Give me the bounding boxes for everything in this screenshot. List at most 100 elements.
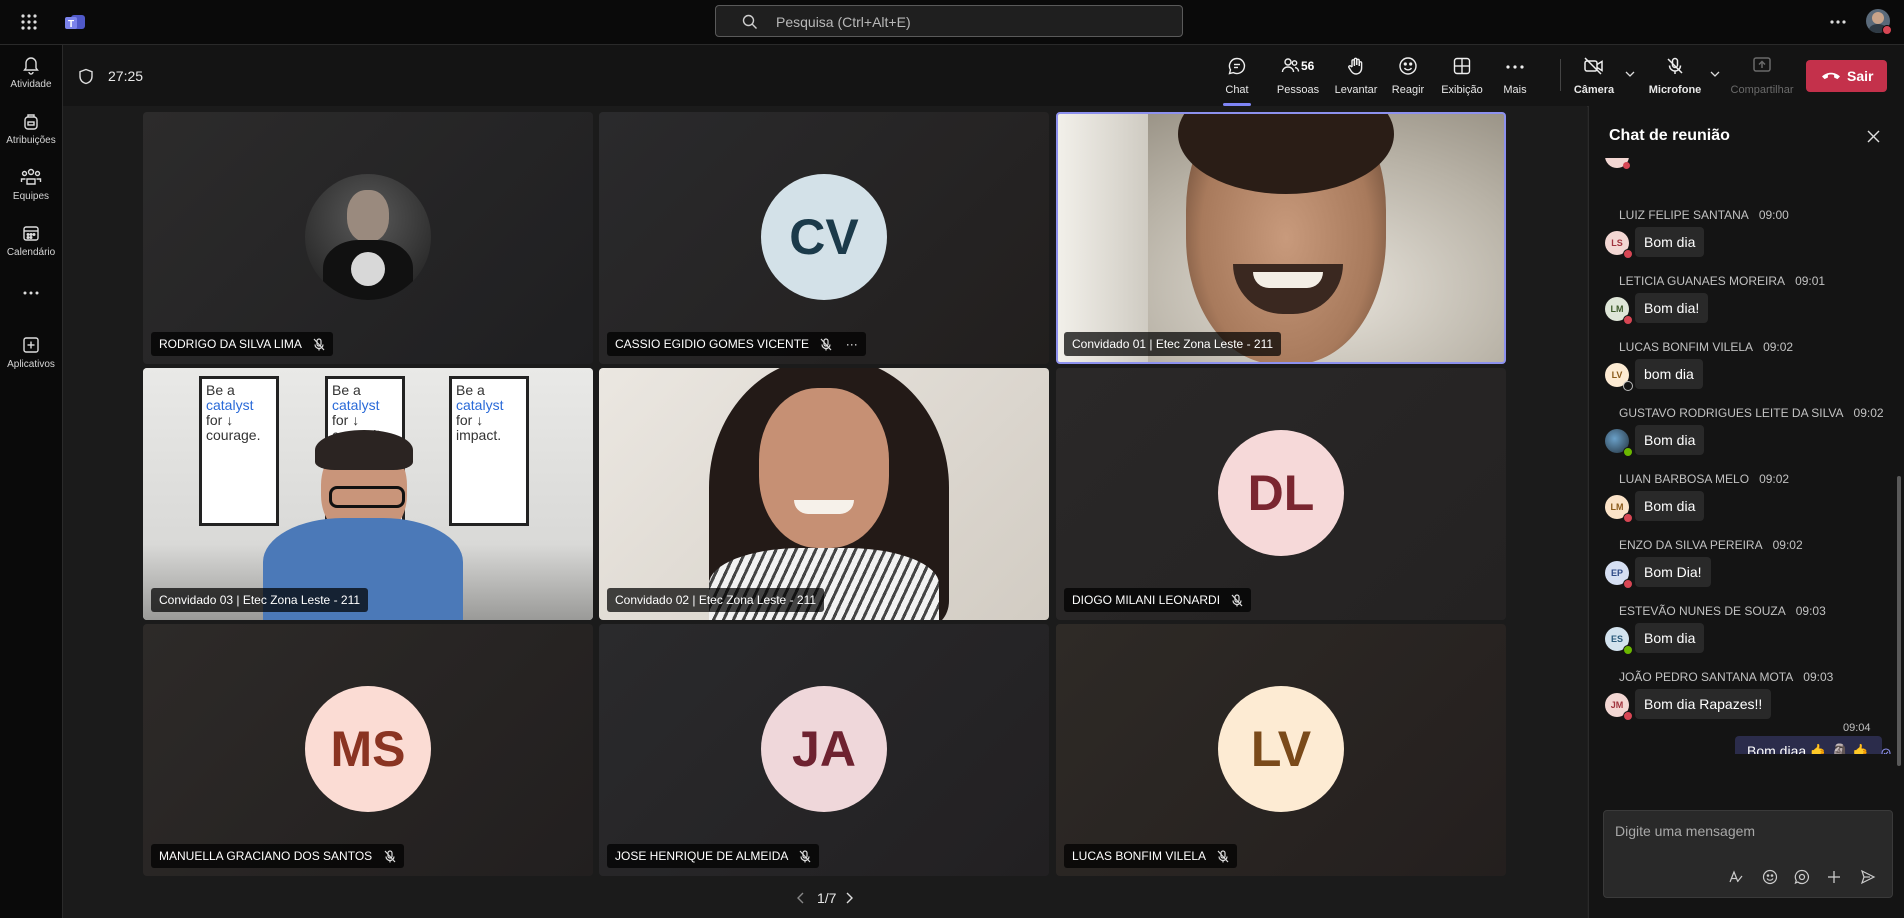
teams-icon (0, 167, 62, 187)
participant-tile[interactable]: CV CASSIO EGIDIO GOMES VICENTE ··· (599, 112, 1049, 364)
react-button[interactable]: Reagir (1386, 45, 1430, 106)
mic-options-chevron-icon[interactable] (1710, 71, 1720, 77)
loop-icon[interactable] (1794, 869, 1810, 885)
previous-page-chevron-icon[interactable] (797, 892, 805, 904)
camera-off-icon (1583, 56, 1605, 76)
mic-off-icon (384, 850, 396, 863)
rail-label: Atividade (10, 79, 52, 90)
status-busy-badge (1623, 249, 1633, 259)
status-busy-badge (1623, 711, 1633, 721)
chat-messages[interactable]: LUIZ FELIPE SANTANA 09:00 LS Bom dia LET… (1589, 158, 1904, 754)
next-page-chevron-icon[interactable] (845, 892, 853, 904)
mic-off-icon (1217, 850, 1229, 863)
chat-icon (1227, 56, 1247, 76)
seen-check-icon (1881, 748, 1891, 754)
participant-name: Convidado 01 | Etec Zona Leste - 211 (1064, 332, 1282, 356)
rail-item-teams[interactable]: Equipes (0, 167, 62, 202)
status-available-badge (1623, 645, 1633, 655)
message-bubble: Bom dia! (1635, 293, 1709, 323)
participant-name: Convidado 02 | Etec Zona Leste - 211 (607, 588, 825, 612)
poster: Be a catalyst for ↓ impact. (449, 376, 529, 526)
view-label: Exibição (1441, 84, 1483, 96)
people-button[interactable]: 56 Pessoas (1274, 45, 1322, 106)
meeting-timer: 27:25 (108, 68, 144, 84)
status-busy-badge (1623, 162, 1630, 169)
participant-tile[interactable]: DL DIOGO MILANI LEONARDI (1056, 368, 1506, 620)
status-available-badge (1623, 447, 1633, 457)
share-button[interactable]: Compartilhar (1727, 45, 1797, 106)
search-input[interactable]: Pesquisa (Ctrl+Alt+E) (776, 14, 911, 30)
bell-icon (0, 55, 62, 75)
participant-tile[interactable]: MS MANUELLA GRACIANO DOS SANTOS (143, 624, 593, 876)
participant-tile[interactable]: Convidado 02 | Etec Zona Leste - 211 (599, 368, 1049, 620)
message-header: LUCAS BONFIM VILELA 09:02 (1619, 340, 1794, 354)
backpack-icon (0, 111, 62, 131)
meeting-header: 27:25 Chat 56 Pessoas Levantar Reagir Ex… (63, 45, 1904, 107)
send-icon[interactable] (1860, 869, 1876, 885)
rail-item-assignments[interactable]: Atribuições (0, 111, 62, 146)
rail-item-apps[interactable]: Aplicativos (0, 335, 62, 370)
search-box[interactable]: Pesquisa (Ctrl+Alt+E) (715, 5, 1183, 37)
participant-tile-speaking[interactable]: Convidado 01 | Etec Zona Leste - 211 (1056, 112, 1506, 364)
camera-button[interactable]: Câmera (1570, 45, 1618, 106)
share-label: Compartilhar (1730, 84, 1794, 96)
leave-button[interactable]: Sair (1806, 60, 1887, 92)
participant-name: Convidado 03 | Etec Zona Leste - 211 (151, 588, 369, 612)
message-header: LETICIA GUANAES MOREIRA 09:01 (1619, 274, 1826, 288)
initials-avatar: CV (761, 174, 887, 300)
status-busy-badge (1623, 579, 1633, 589)
message-bubble: bom dia (1635, 359, 1703, 389)
rail-item-calendar[interactable]: Calendário (0, 223, 62, 258)
message-input[interactable]: Digite uma mensagem (1615, 823, 1755, 839)
message-bubble: Bom dia Rapazes!! (1635, 689, 1772, 719)
raise-hand-button[interactable]: Levantar (1331, 45, 1381, 106)
format-icon[interactable] (1728, 869, 1744, 885)
participant-tile[interactable]: LV LUCAS BONFIM VILELA (1056, 624, 1506, 876)
participant-more-button[interactable]: ··· (846, 337, 858, 351)
mic-off-icon (1231, 594, 1243, 607)
shield-icon (78, 68, 94, 85)
add-icon[interactable] (1826, 869, 1842, 885)
message-composer[interactable]: Digite uma mensagem (1603, 810, 1893, 898)
participant-tile[interactable]: JA JOSE HENRIQUE DE ALMEIDA (599, 624, 1049, 876)
share-icon (1752, 56, 1772, 74)
chat-scrollbar[interactable] (1897, 476, 1901, 766)
rail-item-activity[interactable]: Atividade (0, 55, 62, 90)
participant-tile[interactable]: Be a catalyst for ↓ courage. Be a cataly… (143, 368, 593, 620)
people-count: 56 (1301, 59, 1315, 73)
video-feed (1058, 114, 1504, 362)
own-message-bubble: Bom diaa 🤙 🗿 🤙 (1735, 736, 1883, 754)
apps-plus-icon (0, 335, 62, 355)
participant-name: JOSE HENRIQUE DE ALMEIDA (607, 844, 820, 868)
participant-tile[interactable]: RODRIGO DA SILVA LIMA (143, 112, 593, 364)
message-header: LUIZ FELIPE SANTANA 09:00 (1619, 208, 1789, 222)
close-icon[interactable] (1867, 130, 1880, 143)
avatar (305, 174, 431, 300)
initials-avatar: JA (761, 686, 887, 812)
status-busy-badge (1623, 315, 1633, 325)
settings-more-icon[interactable] (1830, 20, 1846, 24)
status-busy-badge (1623, 513, 1633, 523)
message-bubble: Bom dia (1635, 491, 1705, 521)
video-feed (599, 368, 1049, 620)
pagination: 1/7 (791, 886, 911, 910)
hang-up-icon (1821, 71, 1841, 81)
video-stage: RODRIGO DA SILVA LIMA CV CASSIO EGIDIO G… (63, 106, 1587, 918)
people-label: Pessoas (1276, 84, 1320, 96)
people-icon (1280, 56, 1300, 76)
app-launcher-icon[interactable] (20, 13, 38, 31)
microphone-button[interactable]: Microfone (1647, 45, 1703, 106)
calendar-icon (0, 223, 62, 243)
view-button[interactable]: Exibição (1437, 45, 1487, 106)
participant-name: LUCAS BONFIM VILELA (1064, 844, 1237, 868)
rail-item-more[interactable] (0, 291, 62, 295)
own-message-time: 09:04 (1843, 722, 1871, 734)
more-button[interactable]: Mais (1493, 45, 1537, 106)
app-rail: Atividade Atribuições Equipes Calendário… (0, 45, 63, 918)
message-header: ENZO DA SILVA PEREIRA 09:02 (1619, 538, 1803, 552)
search-icon (742, 14, 758, 30)
emoji-icon[interactable] (1762, 869, 1778, 885)
chat-button[interactable]: Chat (1215, 45, 1259, 106)
camera-options-chevron-icon[interactable] (1625, 71, 1635, 77)
status-offline-badge (1623, 381, 1633, 391)
